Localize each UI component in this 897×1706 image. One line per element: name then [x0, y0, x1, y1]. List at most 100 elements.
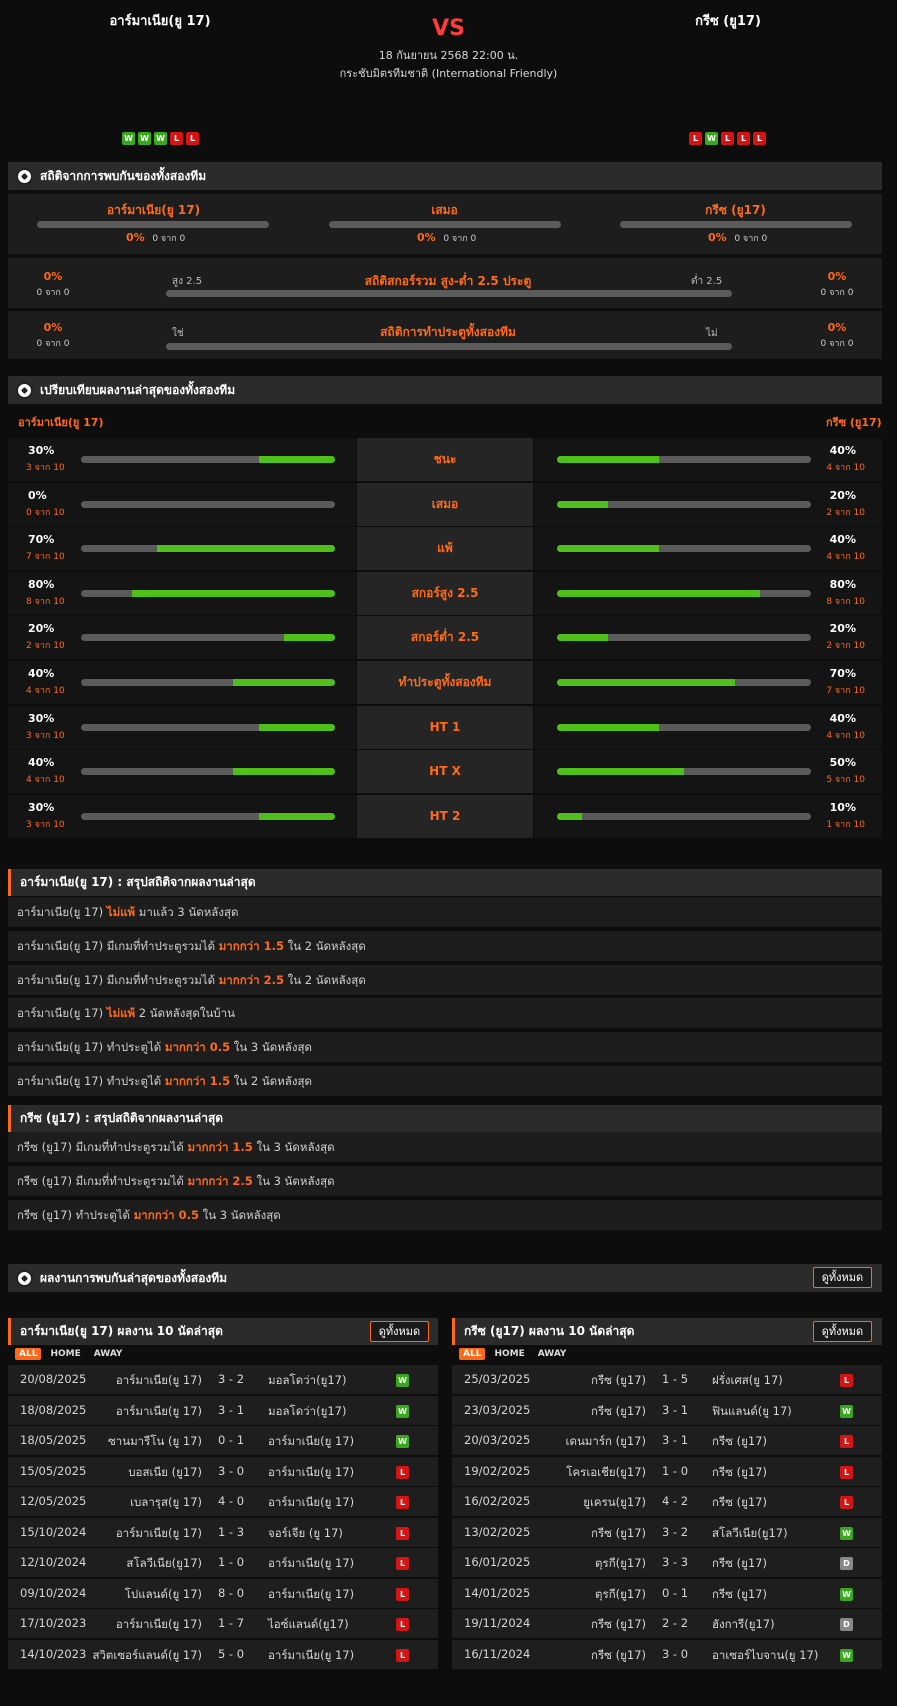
compare-away-pct: 20% [829, 488, 856, 502]
compare-away-bar-fill [557, 545, 659, 553]
match-row[interactable]: 16/11/2024 กรีซ (ยู17) 3 - 0 อาเซอร์ไบจาน(ย… [452, 1639, 882, 1669]
tab-all[interactable]: ALL [459, 1348, 486, 1360]
match-date: 18/08/2025 [20, 1402, 87, 1417]
compare-home-cell: 30% 3 จาก 10 [8, 705, 356, 749]
summary-post: 2 นัดหลังสุดในบ้าน [138, 1006, 235, 1021]
compare-home-cell: 20% 2 จาก 10 [8, 616, 356, 660]
match-date: 12/10/2024 [20, 1555, 87, 1569]
match-row[interactable]: 13/02/2025 กรีซ (ยู17) 3 - 2 สโลวีเนีย(ยู17… [452, 1517, 882, 1547]
match-row[interactable]: 09/10/2024 โปแลนด์(ยู 17) 8 - 0 อาร์มาเนีย(… [8, 1578, 438, 1608]
summary-highlight: มากกว่า 1.5 [187, 1140, 253, 1154]
h2h-home-bar [37, 221, 269, 228]
result-badge: L [396, 1526, 409, 1540]
match-date: 17/10/2023 [20, 1616, 87, 1630]
result-badge: L [396, 1465, 409, 1479]
football-icon [16, 382, 33, 399]
match-home-team: กรีซ (ยู17) [591, 1373, 646, 1387]
compare-away-count: 4 จาก 10 [826, 730, 865, 741]
match-row[interactable]: 15/05/2025 บอสเนีย (ยู17) 3 - 0 อาร์มาเนีย(… [8, 1456, 438, 1486]
summary-team: กรีซ (ยู17) [17, 1207, 72, 1222]
match-row[interactable]: 25/03/2025 กรีซ (ยู17) 1 - 5 ฝรั่งเศส(ยู 17… [452, 1365, 882, 1394]
compare-away-cell: 10% 1 จาก 10 [534, 794, 882, 838]
form-badge: W [122, 132, 135, 145]
btts-right-label: ไม่ [706, 328, 718, 339]
compare-home-bar-fill [233, 768, 335, 776]
match-score: 8 - 0 [217, 1585, 245, 1600]
match-row[interactable]: 18/08/2025 อาร์มาเนีย(ยู 17) 3 - 1 มอลโดว่า… [8, 1395, 438, 1425]
summary-team: กรีซ (ยู17) [17, 1173, 72, 1188]
compare-home-cell: 30% 3 จาก 10 [8, 794, 356, 838]
compare-row: 70% 7 จาก 10 แพ้ 40% 4 จาก 10 [8, 527, 882, 571]
result-badge: L [396, 1496, 409, 1509]
compare-away-bar [557, 545, 811, 553]
home-last10-tabs: ALL HOME AWAY [15, 1348, 126, 1360]
compare-home-pct: 30% [28, 711, 55, 725]
summary-pre: มีเกมที่ทำประตูรวมได้ [75, 1173, 184, 1188]
match-score: 3 - 1 [661, 1402, 689, 1417]
form-badge: L [753, 132, 766, 145]
summary-highlight: มากกว่า 2.5 [218, 972, 284, 987]
match-row[interactable]: 19/11/2024 กรีซ (ยู17) 2 - 2 ฮังการี(ยู17) D [452, 1609, 882, 1638]
match-row[interactable]: 20/08/2025 อาร์มาเนีย(ยู 17) 3 - 2 มอลโดว่า… [8, 1365, 438, 1394]
match-date: 20/03/2025 [464, 1433, 531, 1447]
match-score: 1 - 7 [217, 1616, 245, 1630]
match-home-team: เบลารุส(ยู 17) [130, 1495, 202, 1509]
home-last10-view-all-button[interactable]: ดูทั้งหมด [370, 1321, 429, 1342]
compare-home-cell: 80% 8 จาก 10 [8, 571, 356, 615]
match-row[interactable]: 14/10/2023 สวิตเซอร์แลนด์(ยู 17) 5 - 0 อาร์… [8, 1639, 438, 1669]
compare-row: 30% 3 จาก 10 HT 1 40% 4 จาก 10 [8, 705, 882, 750]
result-badge: W [840, 1526, 853, 1540]
match-row[interactable]: 17/10/2023 อาร์มาเนีย(ยู 17) 1 - 7 ไอซ์แลนด… [8, 1609, 438, 1638]
match-row[interactable]: 12/10/2024 สโลวีเนีย(ยู17) 1 - 0 อาร์มาเนีย… [8, 1548, 438, 1577]
result-badge: L [396, 1618, 409, 1631]
tab-home[interactable]: HOME [490, 1348, 528, 1360]
match-row[interactable]: 23/03/2025 กรีซ (ยู17) 3 - 1 ฟินแลนด์(ยู 17… [452, 1395, 882, 1425]
match-home-team: โปแลนด์(ยู 17) [124, 1586, 202, 1601]
away-last10-view-all-button[interactable]: ดูทั้งหมด [813, 1321, 872, 1342]
summary-pre: มีเกมที่ทำประตูรวมได้ [106, 938, 216, 953]
summary-row: อาร์มาเนีย(ยู 17) มีเกมที่ทำประตูรวมได้ … [8, 930, 882, 961]
compare-home-pct: 30% [28, 444, 55, 457]
summary-post: มาแล้ว 3 นัดหลังสุด [138, 905, 239, 919]
match-row[interactable]: 15/10/2024 อาร์มาเนีย(ยู 17) 1 - 3 จอร์เจีย… [8, 1517, 438, 1547]
form-badge: L [737, 132, 750, 145]
ou-right-pct: 0% [827, 270, 847, 283]
tab-away[interactable]: AWAY [90, 1348, 127, 1360]
match-away-team: กรีซ (ยู17) [712, 1464, 767, 1479]
compare-home-pct: 80% [28, 577, 55, 591]
tab-all[interactable]: ALL [15, 1348, 42, 1360]
away-last10-tabs: ALL HOME AWAY [459, 1348, 570, 1360]
match-away-team: อาร์มาเนีย(ยู 17) [268, 1464, 355, 1479]
compare-home-count: 7 จาก 10 [26, 552, 65, 563]
match-row[interactable]: 18/05/2025 ซานมารีโน (ยู 17) 0 - 1 อาร์มาเน… [8, 1426, 438, 1455]
match-row[interactable]: 12/05/2025 เบลารุส(ยู 17) 4 - 0 อาร์มาเนีย(… [8, 1487, 438, 1516]
tab-away[interactable]: AWAY [534, 1348, 571, 1360]
match-away-team: อาเซอร์ไบจาน(ยู 17) [712, 1647, 819, 1662]
h2h-draw-pct: 0% [417, 231, 436, 244]
summary-row: อาร์มาเนีย(ยู 17) ทำประตูได้ มากกว่า 0.5… [8, 1032, 882, 1063]
match-home-team: อาร์มาเนีย(ยู 17) [115, 1617, 202, 1631]
match-away-team: ฝรั่งเศส(ยู 17) [712, 1373, 783, 1387]
compare-home-pct: 30% [28, 800, 55, 814]
match-row[interactable]: 16/01/2025 ตุรกี(ยู17) 3 - 3 กรีซ (ยู17) D [452, 1548, 882, 1577]
summary-row: อาร์มาเนีย(ยู 17) มีเกมที่ทำประตูรวมได้ … [8, 964, 882, 995]
compare-away-pct: 70% [829, 667, 856, 680]
summary-team: อาร์มาเนีย(ยู 17) [17, 1074, 104, 1088]
summary-row: กรีซ (ยู17) ทำประตูได้ มากกว่า 0.5 ใน 3 … [8, 1199, 882, 1230]
match-row[interactable]: 19/02/2025 โครเอเชีย(ยู17) 1 - 0 กรีซ (ยู17… [452, 1456, 882, 1486]
match-home-team: อาร์มาเนีย(ยู 17) [115, 1373, 202, 1387]
tab-home[interactable]: HOME [46, 1348, 84, 1360]
compare-away-cell: 40% 4 จาก 10 [534, 438, 882, 481]
match-date: 19/02/2025 [464, 1463, 531, 1478]
compare-away-bar [557, 634, 811, 642]
summary-highlight: มากกว่า 1.5 [164, 1074, 231, 1088]
summary-row: อาร์มาเนีย(ยู 17) ไม่แพ้ มาแล้ว 3 นัดหลั… [8, 897, 882, 927]
match-row[interactable]: 14/01/2025 ตุรกี(ยู17) 0 - 1 กรีซ (ยู17) W [452, 1578, 882, 1608]
h2h-away-label: กรีซ (ยู17) [705, 203, 766, 217]
match-row[interactable]: 20/03/2025 เดนมาร์ก (ยู17) 3 - 1 กรีซ (ยู17… [452, 1426, 882, 1455]
h2h-view-all-button[interactable]: ดูทั้งหมด [813, 1267, 872, 1288]
compare-away-bar [557, 679, 811, 686]
match-row[interactable]: 16/02/2025 ยูเครน(ยู17) 4 - 2 กรีซ (ยู17) L [452, 1487, 882, 1516]
summary-pre: ทำประตูได้ [106, 1040, 162, 1055]
compare-home-bar-fill [157, 545, 335, 553]
